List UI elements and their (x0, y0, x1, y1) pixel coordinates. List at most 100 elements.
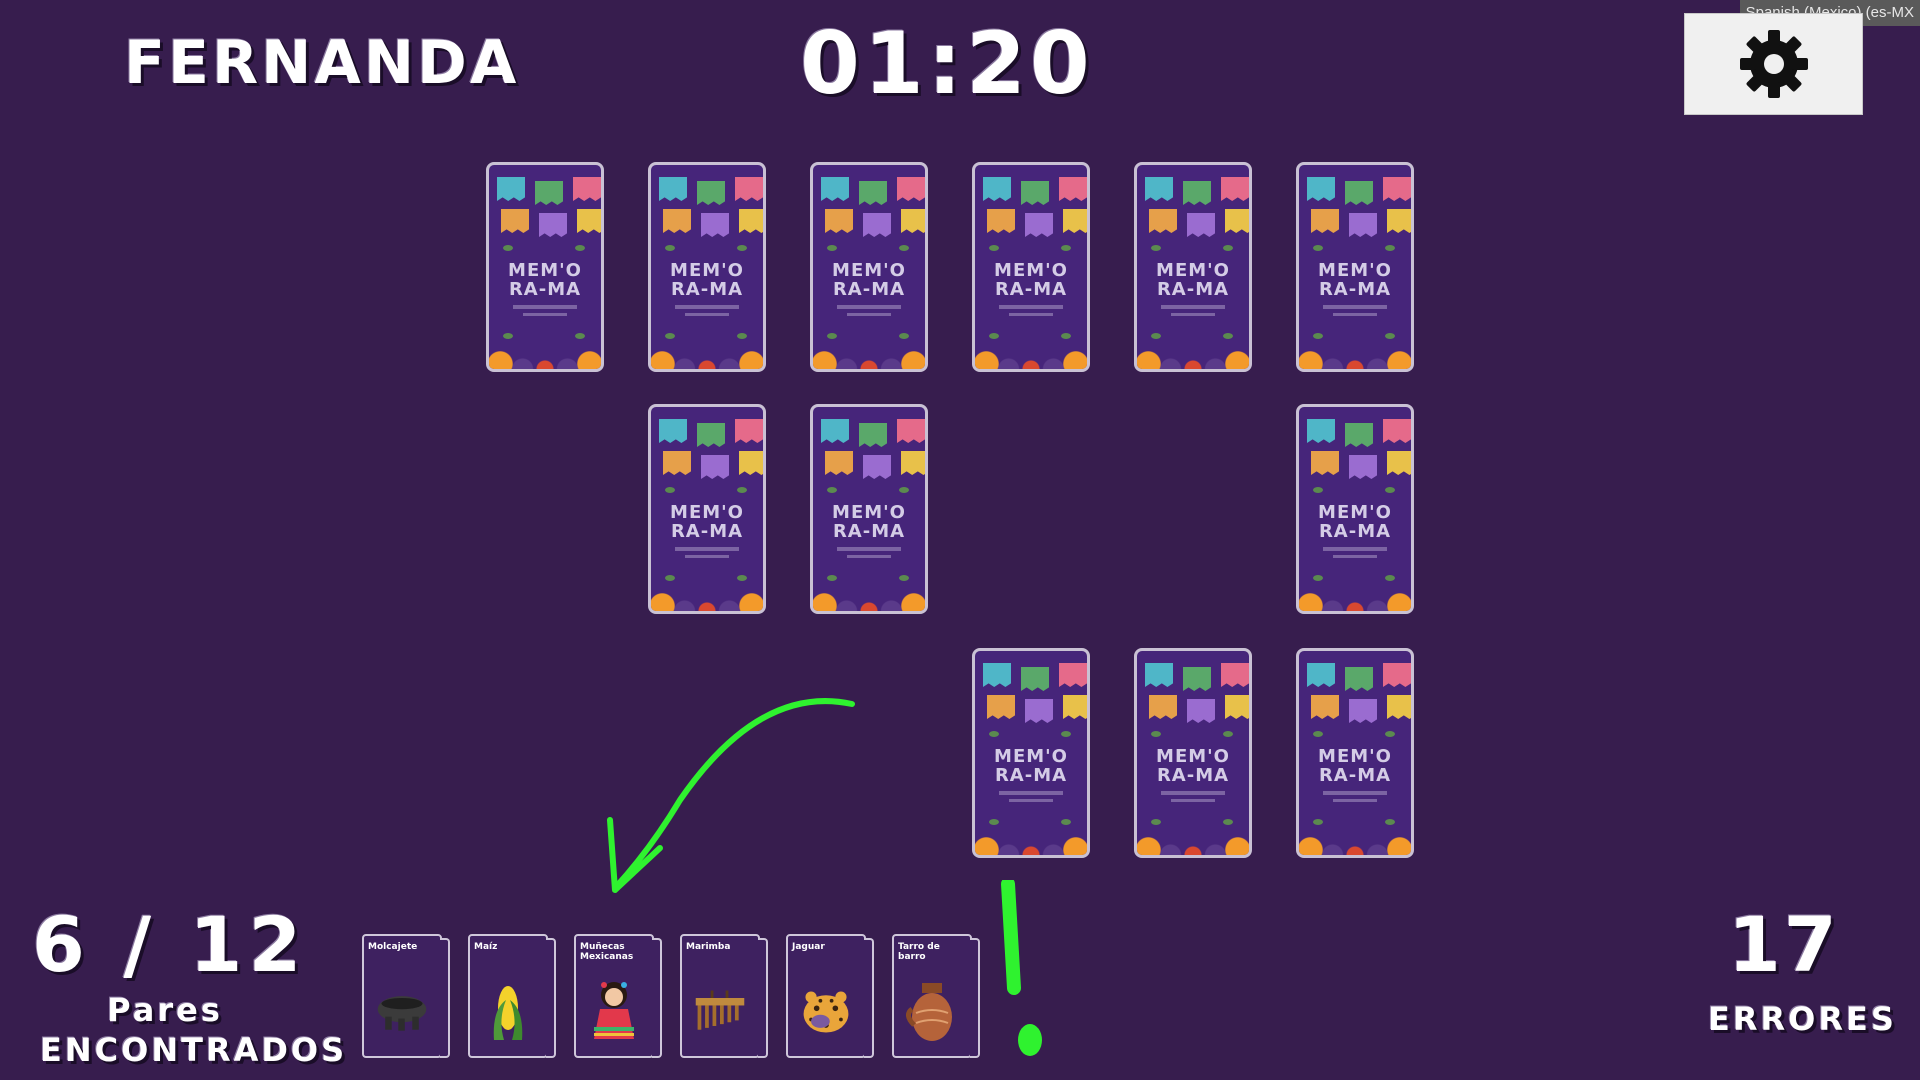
flag-decoration (1187, 699, 1215, 723)
flag-decoration (1221, 663, 1249, 687)
flag-decoration (739, 209, 763, 233)
flag-decoration (1307, 419, 1335, 443)
flag-decoration (1145, 663, 1173, 687)
flag-decoration (987, 209, 1015, 233)
face-down-card[interactable]: MEM'O RA-MA (1134, 648, 1252, 858)
doll-icon (594, 982, 634, 1039)
flag-decoration (1025, 699, 1053, 723)
card-back-logo: MEM'O RA-MA (1137, 747, 1249, 785)
flag-decoration (1349, 213, 1377, 237)
flag-decoration (1225, 695, 1249, 719)
leaf-decoration (1061, 819, 1071, 825)
marigold-decoration (1299, 343, 1411, 369)
flag-decoration (1387, 451, 1411, 475)
found-card-label: Maíz (474, 942, 498, 952)
flag-decoration (1221, 177, 1249, 201)
leaf-decoration (1385, 487, 1395, 493)
face-down-card[interactable]: MEM'O RA-MA (1296, 162, 1414, 372)
face-down-card[interactable]: MEM'O RA-MA (486, 162, 604, 372)
leaf-decoration (1223, 731, 1233, 737)
jaguar-icon (803, 991, 849, 1033)
subtitle-decoration (1333, 313, 1377, 316)
marigold-decoration (651, 585, 763, 611)
subtitle-decoration (685, 555, 729, 558)
subtitle-decoration (1171, 799, 1215, 802)
flag-decoration (573, 177, 601, 201)
leaf-decoration (665, 333, 675, 339)
flag-decoration (983, 663, 1011, 687)
logo-line2: RA-MA (994, 765, 1068, 786)
subtitle-decoration (523, 313, 567, 316)
flag-decoration (901, 451, 925, 475)
leaf-decoration (1151, 333, 1161, 339)
leaf-decoration (989, 731, 999, 737)
flag-decoration (1149, 695, 1177, 719)
face-down-card[interactable]: MEM'O RA-MA (1134, 162, 1252, 372)
found-card-tarro: Tarro de barro (892, 934, 980, 1058)
leaf-decoration (827, 333, 837, 339)
leaf-decoration (827, 575, 837, 581)
face-down-card[interactable]: MEM'O RA-MA (810, 162, 928, 372)
subtitle-decoration (685, 313, 729, 316)
subtitle-decoration (837, 547, 901, 551)
papel-picado-decoration (1305, 413, 1411, 479)
flag-decoration (1021, 181, 1049, 205)
subtitle-decoration (1323, 791, 1387, 795)
papel-picado-decoration (981, 657, 1087, 723)
leaf-decoration (989, 819, 999, 825)
face-down-card[interactable]: MEM'O RA-MA (1296, 648, 1414, 858)
settings-button[interactable] (1684, 13, 1863, 115)
subtitle-decoration (675, 305, 739, 309)
leaf-decoration (1151, 819, 1161, 825)
pairs-label-line1: Pares (107, 991, 223, 1029)
flag-decoration (659, 419, 687, 443)
flag-decoration (1387, 209, 1411, 233)
leaf-decoration (899, 245, 909, 251)
errors-label: ERRORES (1708, 1000, 1897, 1038)
flag-decoration (1345, 181, 1373, 205)
leaf-decoration (1385, 333, 1395, 339)
logo-line1: MEM'O (1156, 260, 1230, 281)
card-back-logo: MEM'O RA-MA (813, 503, 925, 541)
leaf-decoration (1313, 819, 1323, 825)
flag-decoration (1187, 213, 1215, 237)
flag-decoration (897, 177, 925, 201)
logo-line1: MEM'O (1318, 746, 1392, 767)
clay-jar-icon (906, 983, 952, 1041)
leaf-decoration (1385, 731, 1395, 737)
flag-decoration (501, 209, 529, 233)
flag-decoration (497, 177, 525, 201)
logo-line1: MEM'O (994, 260, 1068, 281)
logo-line1: MEM'O (1156, 746, 1230, 767)
leaf-decoration (899, 575, 909, 581)
face-down-card[interactable]: MEM'O RA-MA (972, 648, 1090, 858)
face-down-card[interactable]: MEM'O RA-MA (810, 404, 928, 614)
face-down-card[interactable]: MEM'O RA-MA (648, 162, 766, 372)
leaf-decoration (1385, 819, 1395, 825)
flag-decoration (535, 181, 563, 205)
logo-line2: RA-MA (832, 279, 906, 300)
papel-picado-decoration (1143, 657, 1249, 723)
leaf-decoration (1313, 245, 1323, 251)
timer: 01:20 (800, 14, 1094, 114)
papel-picado-decoration (495, 171, 601, 237)
flag-decoration (1149, 209, 1177, 233)
flag-decoration (983, 177, 1011, 201)
marigold-decoration (975, 829, 1087, 855)
flag-decoration (901, 209, 925, 233)
leaf-decoration (503, 245, 513, 251)
flag-decoration (897, 419, 925, 443)
face-down-card[interactable]: MEM'O RA-MA (972, 162, 1090, 372)
leaf-decoration (1223, 819, 1233, 825)
face-down-card[interactable]: MEM'O RA-MA (648, 404, 766, 614)
papel-picado-decoration (657, 171, 763, 237)
subtitle-decoration (847, 555, 891, 558)
flag-decoration (539, 213, 567, 237)
face-down-card[interactable]: MEM'O RA-MA (1296, 404, 1414, 614)
card-back-logo: MEM'O RA-MA (651, 261, 763, 299)
logo-line1: MEM'O (1318, 260, 1392, 281)
pairs-found-label: Pares ENCONTRADOS (40, 990, 344, 1070)
leaf-decoration (503, 333, 513, 339)
flag-decoration (1225, 209, 1249, 233)
flag-decoration (735, 419, 763, 443)
